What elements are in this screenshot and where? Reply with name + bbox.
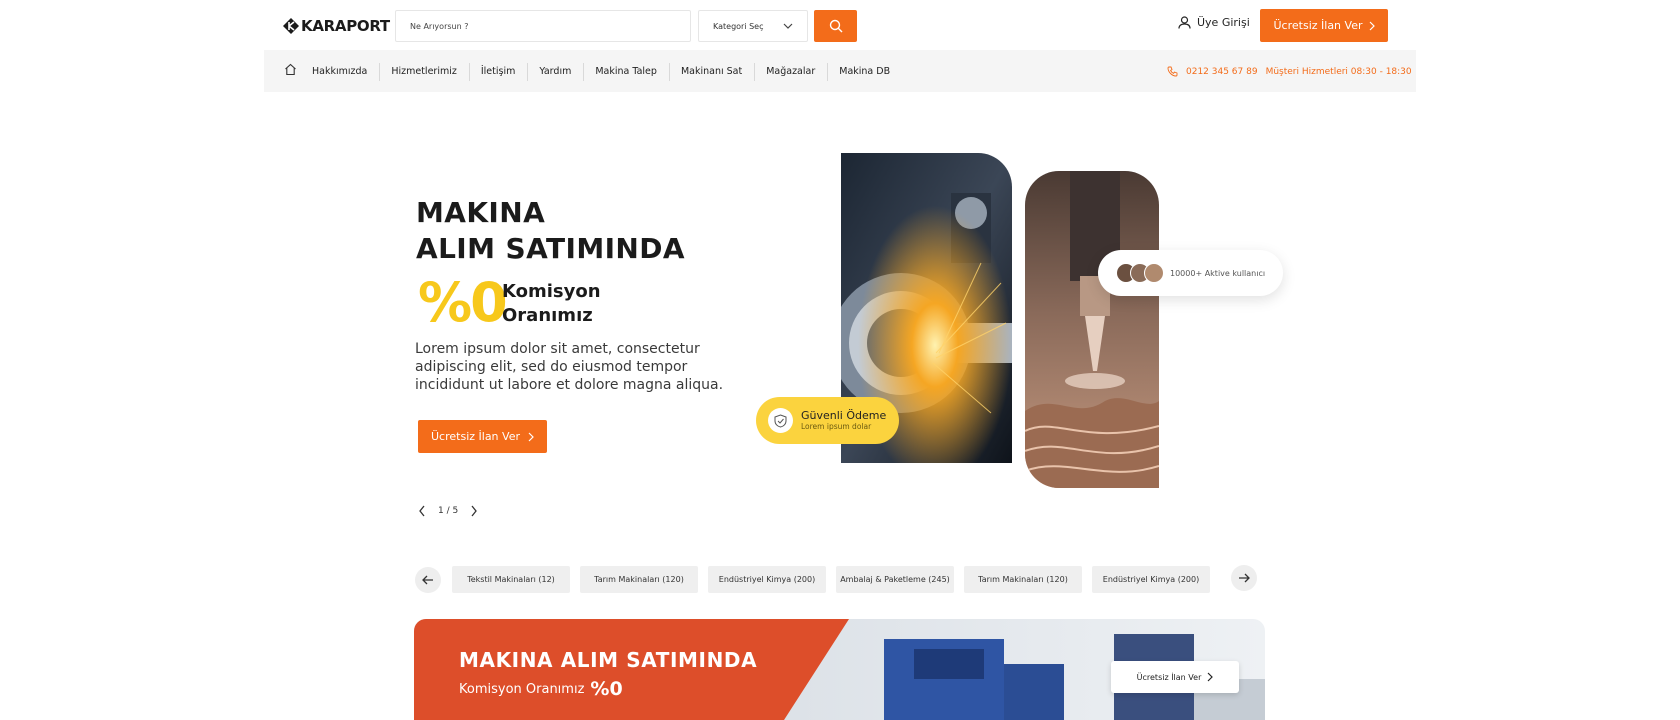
search-field[interactable] (395, 10, 691, 42)
cnc-machine-image (1025, 171, 1159, 488)
category-select-value: Kategori Seç (713, 21, 764, 31)
hero-title-line2: ALIM SATIMINDA (416, 232, 685, 265)
nav-menu: Hakkımızda Hizmetlerimiz İletişim Yardım… (300, 50, 902, 92)
category-next-button[interactable] (1231, 565, 1257, 591)
slide-counter: 1 / 5 (438, 506, 459, 516)
hero-title: MAKINA ALIM SATIMINDA (416, 195, 685, 267)
zero-percent: %0 (418, 271, 508, 334)
logo-text: KARAPORT (301, 17, 390, 35)
nav-item-stores[interactable]: Mağazalar (754, 62, 827, 81)
banner-zero-percent: %0 (590, 678, 623, 700)
banner-subtitle: Komisyon Oranımız %0 (459, 678, 623, 700)
nav-item-services[interactable]: Hizmetlerimiz (379, 62, 469, 81)
arrow-left-icon (422, 575, 433, 585)
secure-payment-title: Güvenli Ödeme (801, 409, 887, 422)
search-button[interactable] (814, 10, 857, 42)
next-slide-icon[interactable] (470, 505, 478, 517)
prev-slide-icon[interactable] (418, 505, 426, 517)
chevron-right-icon (528, 432, 534, 441)
secure-payment-subtitle: Lorem ipsum dolar (801, 422, 872, 431)
logo[interactable]: KARAPORT (283, 17, 390, 35)
category-chip[interactable]: Tarım Makinaları (120) (964, 566, 1082, 593)
active-users-text: 10000+ Aktive kullanıcı (1170, 268, 1266, 278)
chevron-right-icon (1207, 672, 1214, 682)
category-chip[interactable]: Ambalaj & Paketleme (245) (836, 566, 954, 593)
category-chip[interactable]: Endüstriyel Kimya (200) (708, 566, 826, 593)
shield-check-icon (768, 408, 793, 433)
chevron-right-icon (1369, 21, 1375, 30)
commission-label: Komisyon Oranımız (502, 280, 601, 328)
hero-cta-label: Ücretsiz İlan Ver (431, 430, 520, 443)
banner-cta-label: Ücretsiz İlan Ver (1136, 672, 1202, 682)
chevron-down-icon (783, 23, 793, 29)
avatar (1144, 263, 1164, 283)
logo-mark-icon (283, 18, 299, 34)
commission-line2: Oranımız (502, 305, 593, 326)
user-icon (1178, 16, 1191, 29)
banner-free-listing-button[interactable]: Ücretsiz İlan Ver (1111, 661, 1239, 693)
free-listing-button[interactable]: Ücretsiz İlan Ver (1260, 9, 1388, 42)
category-chip[interactable]: Tekstil Makinaları (12) (452, 566, 570, 593)
category-prev-button[interactable] (415, 567, 441, 593)
category-list: Tekstil Makinaları (12) Tarım Makinaları… (452, 566, 1210, 593)
arrow-right-icon (1239, 573, 1250, 583)
contact-info: 0212 345 67 89 Müşteri Hizmetleri 08:30 … (1167, 66, 1412, 77)
nav-item-sell-machine[interactable]: Makinanı Sat (668, 62, 754, 81)
phone-number[interactable]: 0212 345 67 89 (1186, 67, 1258, 77)
nav-item-help[interactable]: Yardım (527, 62, 583, 81)
hero-title-line1: MAKINA (416, 196, 546, 229)
avatar-group (1116, 263, 1164, 283)
secure-payment-badge: Güvenli Ödeme Lorem ipsum dolar (756, 397, 899, 444)
free-listing-label: Ücretsiz İlan Ver (1273, 19, 1363, 32)
nav-item-about[interactable]: Hakkımızda (300, 66, 379, 77)
nav-item-contact[interactable]: İletişim (468, 62, 528, 81)
search-icon (829, 19, 842, 33)
nav-item-machine-request[interactable]: Makina Talep (583, 62, 669, 81)
hero-free-listing-button[interactable]: Ücretsiz İlan Ver (418, 420, 547, 453)
login-label: Üye Girişi (1197, 16, 1250, 29)
login-link[interactable]: Üye Girişi (1178, 16, 1250, 29)
service-hours: Müşteri Hizmetleri 08:30 - 18:30 (1265, 66, 1412, 77)
hero-description: Lorem ipsum dolor sit amet, consectetur … (415, 341, 724, 393)
banner-commission-label: Komisyon Oranımız (459, 681, 585, 697)
nav-item-machine-db[interactable]: Makina DB (827, 62, 902, 81)
phone-icon (1167, 66, 1178, 77)
category-chip[interactable]: Tarım Makinaları (120) (580, 566, 698, 593)
slider-pager: 1 / 5 (418, 505, 478, 517)
search-input[interactable] (410, 21, 676, 31)
commission-line1: Komisyon (502, 281, 601, 302)
category-chip[interactable]: Endüstriyel Kimya (200) (1092, 566, 1210, 593)
banner-title: MAKINA ALIM SATIMINDA (459, 648, 758, 672)
home-icon[interactable] (284, 63, 297, 76)
category-select[interactable]: Kategori Seç (698, 10, 808, 42)
active-users-badge: 10000+ Aktive kullanıcı (1098, 250, 1283, 296)
